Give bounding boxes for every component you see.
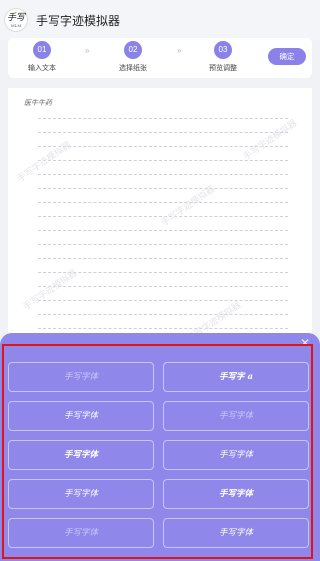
step-number: 01 (33, 41, 51, 59)
font-option-4[interactable]: 手写字体 (163, 401, 309, 431)
step-number: 03 (214, 41, 232, 59)
paper-line (38, 314, 288, 315)
step-label: 选择纸张 (119, 65, 147, 72)
app-title: 手写字迹模拟器 (36, 13, 121, 28)
paper-line (38, 188, 288, 189)
paper-line (38, 328, 288, 329)
watermark: 手写字迹模拟器 (15, 140, 74, 185)
font-option-7[interactable]: 手写字体 (8, 479, 154, 509)
paper-line (38, 244, 288, 245)
paper-line (38, 300, 288, 301)
font-option-3[interactable]: 手写字体 (8, 401, 154, 431)
font-option-1[interactable]: 手写字体 (8, 362, 154, 392)
close-icon[interactable]: ✕ (300, 337, 310, 349)
watermark: 手写字迹模拟器 (241, 118, 300, 163)
font-option-5[interactable]: 手写字体 (8, 440, 154, 470)
font-option-10[interactable]: 手写字体 (163, 518, 309, 548)
font-option-6[interactable]: 手写字体 (163, 440, 309, 470)
logo-subtext: MLM (10, 22, 22, 28)
paper-line (38, 258, 288, 259)
font-option-2[interactable]: 手写字 a (163, 362, 309, 392)
paper-line (38, 202, 288, 203)
font-option-8[interactable]: 手写字体 (163, 479, 309, 509)
step-label: 预览调整 (209, 65, 237, 72)
step-3[interactable]: 03 预览调整 (198, 41, 248, 73)
chevron-right-icon: » (85, 46, 90, 55)
paper-text: 医牛牛药 (24, 99, 52, 107)
step-2[interactable]: 02 选择纸张 (108, 41, 158, 73)
step-label: 输入文本 (28, 65, 56, 72)
paper-preview: 医牛牛药 手写字迹模拟器 手写字迹模拟器 手写字迹模拟器 手写字迹模拟器 手写字… (8, 88, 312, 348)
paper-line (38, 286, 288, 287)
font-option-9[interactable]: 手写字体 (8, 518, 154, 548)
steps-card: 01 输入文本 » 02 选择纸张 » 03 预览调整 确定 (8, 38, 312, 78)
paper-line (38, 118, 288, 119)
step-1[interactable]: 01 输入文本 (17, 41, 67, 73)
app-header: 手写 MLM 手写字迹模拟器 (0, 0, 320, 40)
logo-text: 手写 (6, 12, 25, 23)
paper-line (38, 230, 288, 231)
paper-line (38, 174, 288, 175)
confirm-button[interactable]: 确定 (268, 48, 306, 65)
chevron-right-icon: » (177, 46, 182, 55)
paper-line (38, 132, 288, 133)
app-logo: 手写 MLM (4, 8, 28, 32)
step-number: 02 (124, 41, 142, 59)
